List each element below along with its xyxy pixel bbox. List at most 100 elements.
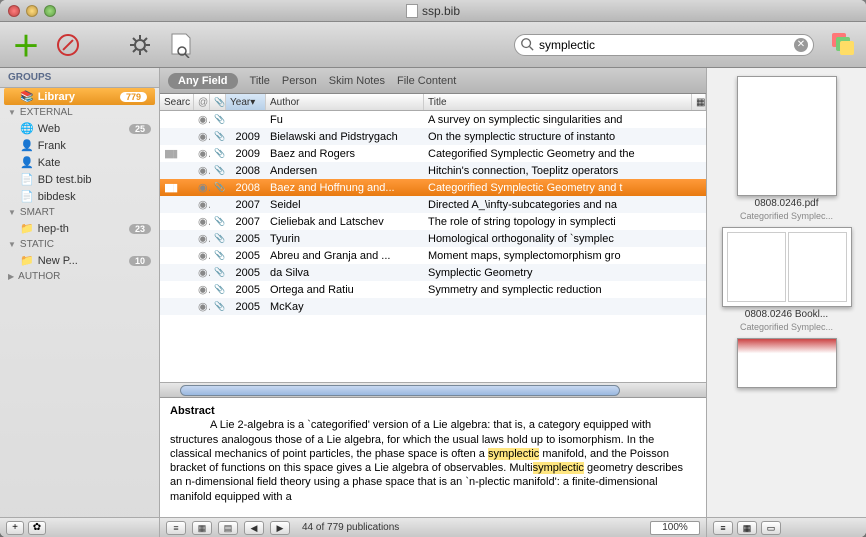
table-row[interactable]: ◉📎2005da SilvaSymplectic Geometry [160,264,706,281]
toolbar: ＋ ✕ [0,22,866,68]
plus-icon: ＋ [12,25,40,65]
scroll-thumb[interactable] [180,385,620,396]
sidebar-item-library[interactable]: 📚 Library 779 [4,88,155,105]
table-body[interactable]: ◉📎FuA survey on symplectic singularities… [160,111,706,382]
view-list-button[interactable]: ≡ [166,521,186,535]
sidebar-item-bibdesk[interactable]: 📄bibdesk [0,188,159,205]
table-row[interactable]: ◉📎FuA survey on symplectic singularities… [160,111,706,128]
doc-icon: 📄 [20,173,34,186]
col-at[interactable]: @ [194,94,210,110]
year-cell: 2008 [226,165,266,177]
title-cell: Hitchin's connection, Toeplitz operators [424,165,706,177]
sidebar-action-button[interactable]: ✿ [28,521,46,535]
year-cell: 2005 [226,284,266,296]
type-cell: ◉ [194,198,210,211]
table-row[interactable]: ◉📎2009Bielawski and PidstrygachOn the sy… [160,128,706,145]
color-swatch-icon [840,41,854,55]
zoom-window-button[interactable] [44,5,56,17]
scope-title[interactable]: Title [250,75,270,87]
attachment-cell: 📎 [210,216,226,227]
table-row[interactable]: ◉📎2005McKay [160,298,706,315]
color-labels-button[interactable] [832,33,856,57]
table-row[interactable]: ◉📎2005TyurinHomological orthogonality of… [160,230,706,247]
sidebar-item-hep-th[interactable]: 📁hep-th23 [0,220,159,237]
title-cell: Symplectic Geometry [424,267,706,279]
doc-icon [406,4,418,18]
col-author[interactable]: Author [266,94,424,110]
nudge-left-button[interactable]: ◀ [244,521,264,535]
author-cell: da Silva [266,267,424,279]
title-cell: Moment maps, symplectomorphism gro [424,250,706,262]
sidebar-item-web[interactable]: 🌐Web25 [0,120,159,137]
col-attachment[interactable]: 📎 [210,94,226,110]
attachment-cell: 📎 [210,114,226,125]
library-icon: 📚 [20,90,34,103]
year-cell: 2009 [226,131,266,143]
preview-footer: ≡ ▦ ▭ [707,517,866,537]
scope-file-content[interactable]: File Content [397,75,456,87]
preview-cover-button[interactable]: ▭ [761,521,781,535]
table-row[interactable]: ◉📎2007Cieliebak and LatschevThe role of … [160,213,706,230]
table-row[interactable]: ▮▮▮◉📎2009Baez and RogersCategorified Sym… [160,145,706,162]
close-window-button[interactable] [8,5,20,17]
type-cell: ◉ [194,232,210,245]
table-row[interactable]: ◉📎2008AndersenHitchin's connection, Toep… [160,162,706,179]
scope-any-field[interactable]: Any Field [168,73,238,89]
col-search[interactable]: Searc [160,94,194,110]
sidebar-category-static[interactable]: ▼STATIC [0,237,159,252]
scope-skim-notes[interactable]: Skim Notes [329,75,385,87]
window-title-text: ssp.bib [422,4,460,18]
search-highlight: symplectic [533,462,584,474]
no-entry-icon [57,34,79,56]
sidebar-item-new-p-[interactable]: 📁New P...10 [0,252,159,269]
horizontal-scrollbar[interactable] [160,382,706,397]
year-cell: 2007 [226,199,266,211]
attachment-cell: 📎 [210,233,226,244]
paperclip-icon: 📎 [214,97,225,108]
thumbnail[interactable]: 0808.0246.pdfCategorified Symplec... [715,76,858,221]
preview-button[interactable] [166,29,198,61]
table-header: Searc @ 📎 Year ▾ Author Title ▦ [160,94,706,111]
thumbnail[interactable] [715,338,858,388]
abstract-heading: Abstract [170,404,696,418]
disclosure-icon: ▼ [8,108,16,117]
col-title[interactable]: Title [424,94,692,110]
titlebar[interactable]: ssp.bib [0,0,866,22]
add-button[interactable]: ＋ [10,29,42,61]
thumbnail[interactable]: 0808.0246 Bookl...Categorified Symplec..… [715,227,858,332]
action-menu-button[interactable] [124,29,156,61]
sidebar-category-smart[interactable]: ▼SMART [0,205,159,220]
sidebar-item-bd-test-bib[interactable]: 📄BD test.bib [0,171,159,188]
sidebar-add-button[interactable]: + [6,521,24,535]
scope-person[interactable]: Person [282,75,317,87]
attachment-cell: 📎 [210,148,226,159]
zoom-field[interactable]: 100% [650,521,700,535]
nudge-right-button[interactable]: ▶ [270,521,290,535]
sidebar-item-frank[interactable]: 👤Frank [0,137,159,154]
attachment-cell: 📎 [210,165,226,176]
view-detail-button[interactable]: ▤ [218,521,238,535]
table-row[interactable]: ◉2007SeidelDirected A_\infty-subcategori… [160,196,706,213]
preview-list-button[interactable]: ≡ [713,521,733,535]
search-input[interactable] [514,34,814,56]
title-cell: Symmetry and symplectic reduction [424,284,706,296]
minimize-window-button[interactable] [26,5,38,17]
col-menu[interactable]: ▦ [692,94,706,110]
traffic-lights [8,5,56,17]
folder-icon: 📁 [20,254,34,267]
col-year[interactable]: Year ▾ [226,94,266,110]
table-row[interactable]: ◉📎2005Abreu and Granja and ...Moment map… [160,247,706,264]
clear-search-button[interactable]: ✕ [794,38,808,52]
sidebar-category-author[interactable]: ▶AUTHOR [0,269,159,284]
sidebar-item-label: hep-th [38,223,69,235]
table-row[interactable]: ◉📎2005Ortega and RatiuSymmetry and sympl… [160,281,706,298]
author-cell: Abreu and Granja and ... [266,250,424,262]
table-row[interactable]: ▮▮▮◉📎2008Baez and Hoffnung and...Categor… [160,179,706,196]
view-grid-button[interactable]: ▦ [192,521,212,535]
sidebar-item-kate[interactable]: 👤Kate [0,154,159,171]
preview-grid-button[interactable]: ▦ [737,521,757,535]
delete-button[interactable] [52,29,84,61]
preview-panel: 0808.0246.pdfCategorified Symplec...0808… [706,68,866,537]
page-preview-icon [737,338,837,388]
sidebar-category-external[interactable]: ▼EXTERNAL [0,105,159,120]
